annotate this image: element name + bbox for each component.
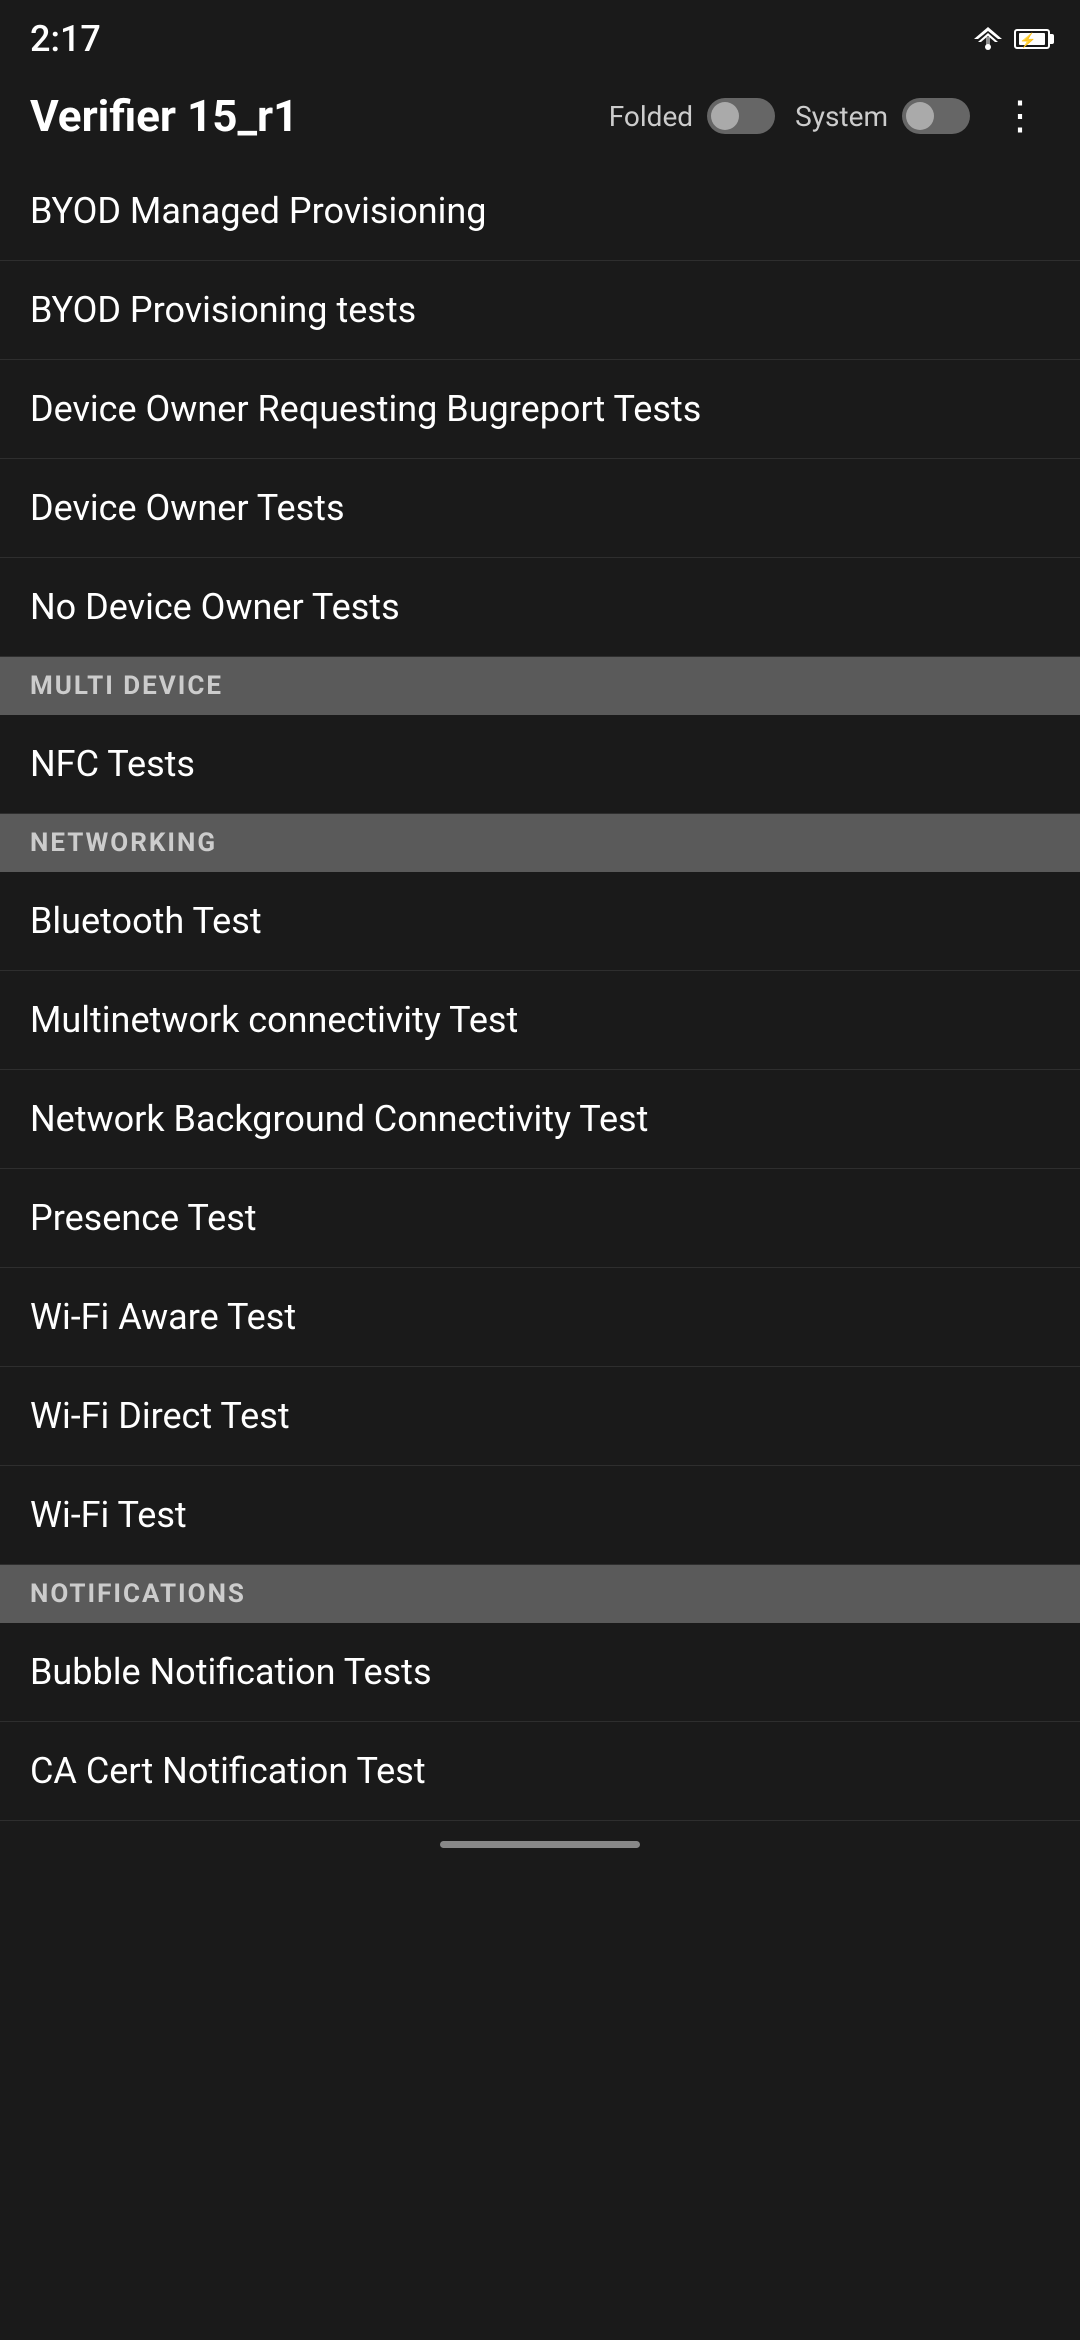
list-item-label: CA Cert Notification Test	[30, 1750, 426, 1792]
app-title: Verifier 15_r1	[30, 90, 589, 142]
list-item-label: Device Owner Requesting Bugreport Tests	[30, 388, 701, 430]
folded-toggle[interactable]	[707, 98, 775, 134]
list-item-16[interactable]: Bubble Notification Tests	[0, 1623, 1080, 1722]
home-indicator	[440, 1841, 640, 1848]
status-bar: 2:17 ⚡	[0, 0, 1080, 70]
section-header-multi-device: MULTI DEVICE	[0, 657, 1080, 715]
folded-label: Folded	[609, 100, 693, 133]
section-header-notifications: NOTIFICATIONS	[0, 1565, 1080, 1623]
list-item-12[interactable]: Wi-Fi Aware Test	[0, 1268, 1080, 1367]
section-header-text: MULTI DEVICE	[30, 671, 223, 701]
system-toggle-knob	[906, 102, 934, 130]
list-item-6[interactable]: NFC Tests	[0, 715, 1080, 814]
section-header-text: NOTIFICATIONS	[30, 1579, 246, 1609]
section-header-text: NETWORKING	[30, 828, 217, 858]
list-item-label: Device Owner Tests	[30, 487, 345, 529]
list-item-label: Wi-Fi Aware Test	[30, 1296, 296, 1338]
battery-icon: ⚡	[1014, 29, 1050, 49]
list-item-label: BYOD Managed Provisioning	[30, 190, 487, 232]
list-item-label: BYOD Provisioning tests	[30, 289, 416, 331]
status-icons: ⚡	[972, 23, 1050, 55]
list-item-14[interactable]: Wi-Fi Test	[0, 1466, 1080, 1565]
list-item-label: Bluetooth Test	[30, 900, 262, 942]
list-item-label: Presence Test	[30, 1197, 257, 1239]
list-container: BYOD Managed Provisioning BYOD Provisioni…	[0, 162, 1080, 1821]
list-item-2[interactable]: Device Owner Requesting Bugreport Tests	[0, 360, 1080, 459]
list-item-13[interactable]: Wi-Fi Direct Test	[0, 1367, 1080, 1466]
folded-toggle-knob	[711, 102, 739, 130]
list-item-10[interactable]: Network Background Connectivity Test	[0, 1070, 1080, 1169]
toolbar: Verifier 15_r1 Folded System ⋮	[0, 70, 1080, 162]
list-item-4[interactable]: No Device Owner Tests	[0, 558, 1080, 657]
lightning-icon: ⚡	[1019, 33, 1036, 49]
list-item-1[interactable]: BYOD Provisioning tests	[0, 261, 1080, 360]
system-toggle-group: System	[795, 98, 970, 134]
list-item-label: NFC Tests	[30, 743, 195, 785]
list-item-label: Wi-Fi Test	[30, 1494, 187, 1536]
list-item-label: Wi-Fi Direct Test	[30, 1395, 290, 1437]
list-item-label: Bubble Notification Tests	[30, 1651, 432, 1693]
status-time: 2:17	[30, 18, 101, 60]
system-label: System	[795, 100, 888, 133]
list-item-label: Network Background Connectivity Test	[30, 1098, 648, 1140]
wifi-icon	[972, 23, 1004, 55]
system-toggle[interactable]	[902, 98, 970, 134]
battery-fill: ⚡	[1019, 33, 1045, 45]
list-item-17[interactable]: CA Cert Notification Test	[0, 1722, 1080, 1821]
section-header-networking: NETWORKING	[0, 814, 1080, 872]
folded-toggle-group: Folded	[609, 98, 775, 134]
list-item-11[interactable]: Presence Test	[0, 1169, 1080, 1268]
list-item-3[interactable]: Device Owner Tests	[0, 459, 1080, 558]
more-button[interactable]: ⋮	[990, 96, 1050, 136]
list-item-0[interactable]: BYOD Managed Provisioning	[0, 162, 1080, 261]
list-item-label: No Device Owner Tests	[30, 586, 400, 628]
list-item-9[interactable]: Multinetwork connectivity Test	[0, 971, 1080, 1070]
list-item-label: Multinetwork connectivity Test	[30, 999, 518, 1041]
list-item-8[interactable]: Bluetooth Test	[0, 872, 1080, 971]
